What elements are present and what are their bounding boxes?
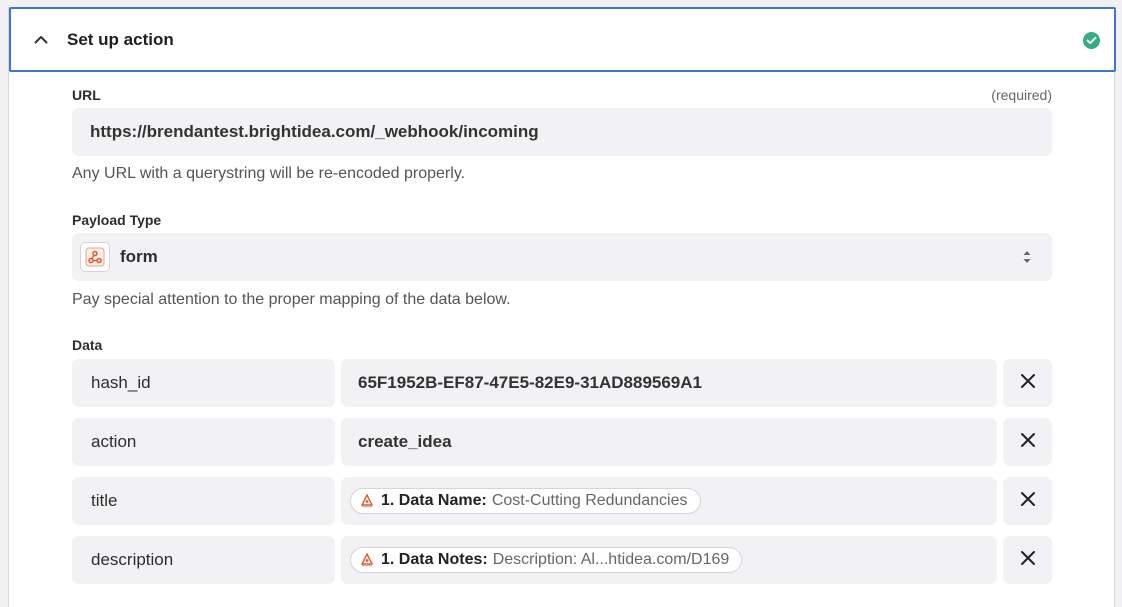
app-logo-icon [360,553,374,567]
check-circle-icon [1083,32,1100,49]
url-input[interactable]: https://brendantest.brightidea.com/_webh… [72,108,1052,156]
close-icon [1020,373,1036,394]
setup-action-panel: Set up action URL (required) https://bre… [8,7,1116,607]
pill-step-label: 1. Data Notes: [381,551,488,568]
data-value-input[interactable]: 1. Data Name: Cost-Cutting Redundancies [341,477,997,525]
sort-arrows-icon [1022,248,1032,266]
pill-step-label: 1. Data Name: [381,492,487,509]
data-value-input[interactable]: 65F1952B-EF87-47E5-82E9-31AD889569A1 [341,359,997,407]
data-key-input[interactable]: hash_id [72,359,335,407]
data-label: Data [72,337,103,353]
remove-row-button[interactable] [1003,418,1052,466]
pill-value: Cost-Cutting Redundancies [491,492,688,509]
payload-type-label: Payload Type [72,212,162,228]
remove-row-button[interactable] [1003,536,1052,584]
section-header[interactable]: Set up action [9,7,1116,72]
data-key-input[interactable]: action [72,418,335,466]
url-help-text: Any URL with a querystring will be re-en… [72,165,466,182]
close-icon [1020,432,1036,453]
payload-type-select[interactable]: form [72,233,1052,281]
remove-row-button[interactable] [1003,477,1052,525]
remove-row-button[interactable] [1003,359,1052,407]
url-label: URL [72,87,101,103]
data-key-input[interactable]: description [72,536,335,584]
pill-value: Description: Al...htidea.com/D169 [492,551,730,568]
required-indicator: (required) [991,87,1052,103]
webhook-icon [80,242,110,272]
close-icon [1020,491,1036,512]
data-value-input[interactable]: 1. Data Notes: Description: Al...htidea.… [341,536,997,584]
payload-help-text: Pay special attention to the proper mapp… [72,291,511,308]
data-key-input[interactable]: title [72,477,335,525]
app-logo-icon [360,494,374,508]
close-icon [1020,550,1036,571]
chevron-up-icon[interactable] [31,30,51,50]
mapped-field-pill[interactable]: 1. Data Notes: Description: Al...htidea.… [350,547,743,573]
payload-type-value: form [120,247,158,266]
mapped-field-pill[interactable]: 1. Data Name: Cost-Cutting Redundancies [350,488,701,514]
data-value-input[interactable]: create_idea [341,418,997,466]
section-title: Set up action [67,29,174,49]
